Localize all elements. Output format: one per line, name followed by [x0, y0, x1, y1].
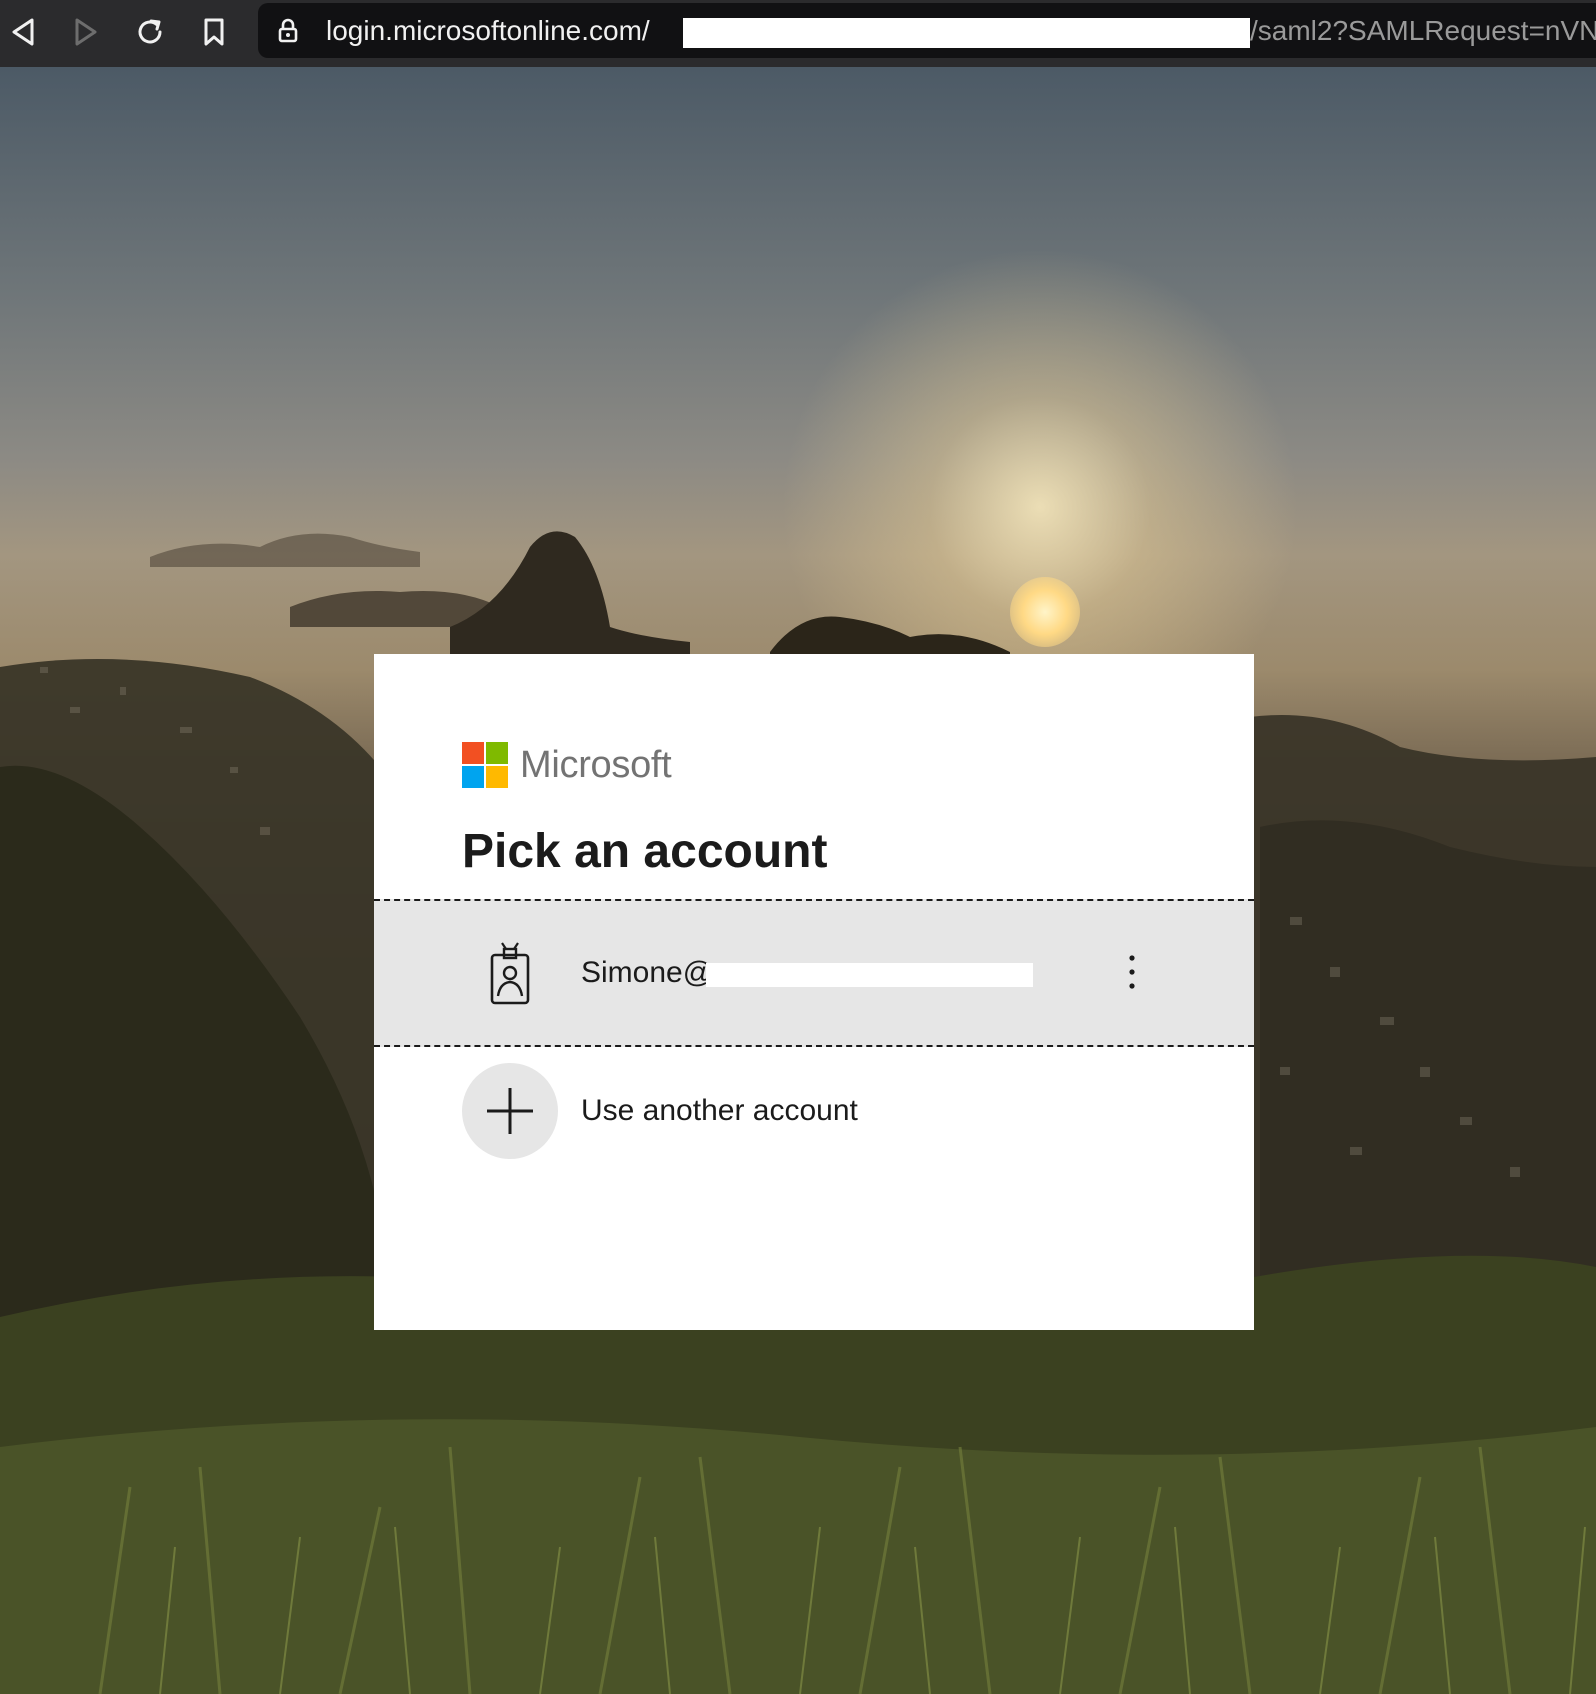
browser-toolbar: login.microsoftonline.com/ /saml2?SAMLRe…: [0, 0, 1596, 67]
use-another-account-button[interactable]: Use another account: [374, 1047, 1254, 1179]
back-button[interactable]: [0, 9, 46, 55]
microsoft-logo-icon: [462, 742, 508, 788]
microsoft-wordmark: Microsoft: [520, 743, 672, 786]
url-host-text: login.microsoftonline.com/: [326, 15, 650, 46]
back-icon: [10, 17, 36, 47]
use-another-account-label: Use another account: [581, 1094, 858, 1127]
email-redaction: [706, 963, 1033, 987]
reload-button[interactable]: [127, 9, 173, 55]
lock-icon: [278, 18, 298, 49]
more-vertical-icon: [1128, 954, 1136, 995]
plus-icon: [462, 1063, 558, 1159]
account-tile[interactable]: Simone@: [374, 899, 1254, 1047]
account-options-button[interactable]: [1110, 947, 1154, 1001]
sign-in-card: Microsoft Pick an account Simone@ Use an…: [374, 654, 1254, 1330]
bookmark-button[interactable]: [191, 9, 237, 55]
reload-icon: [134, 16, 166, 48]
forward-button[interactable]: [63, 9, 109, 55]
page-title: Pick an account: [462, 825, 828, 878]
bookmark-icon: [202, 17, 226, 47]
microsoft-logo: Microsoft: [462, 742, 672, 788]
badge-person-icon: [462, 926, 558, 1022]
account-email: Simone@: [581, 956, 714, 989]
address-bar[interactable]: login.microsoftonline.com/ /saml2?SAMLRe…: [258, 3, 1596, 58]
url-path-text: /saml2?SAMLRequest=nVN: [1250, 15, 1596, 46]
url-redaction: [683, 18, 1250, 48]
forward-icon: [73, 17, 99, 47]
